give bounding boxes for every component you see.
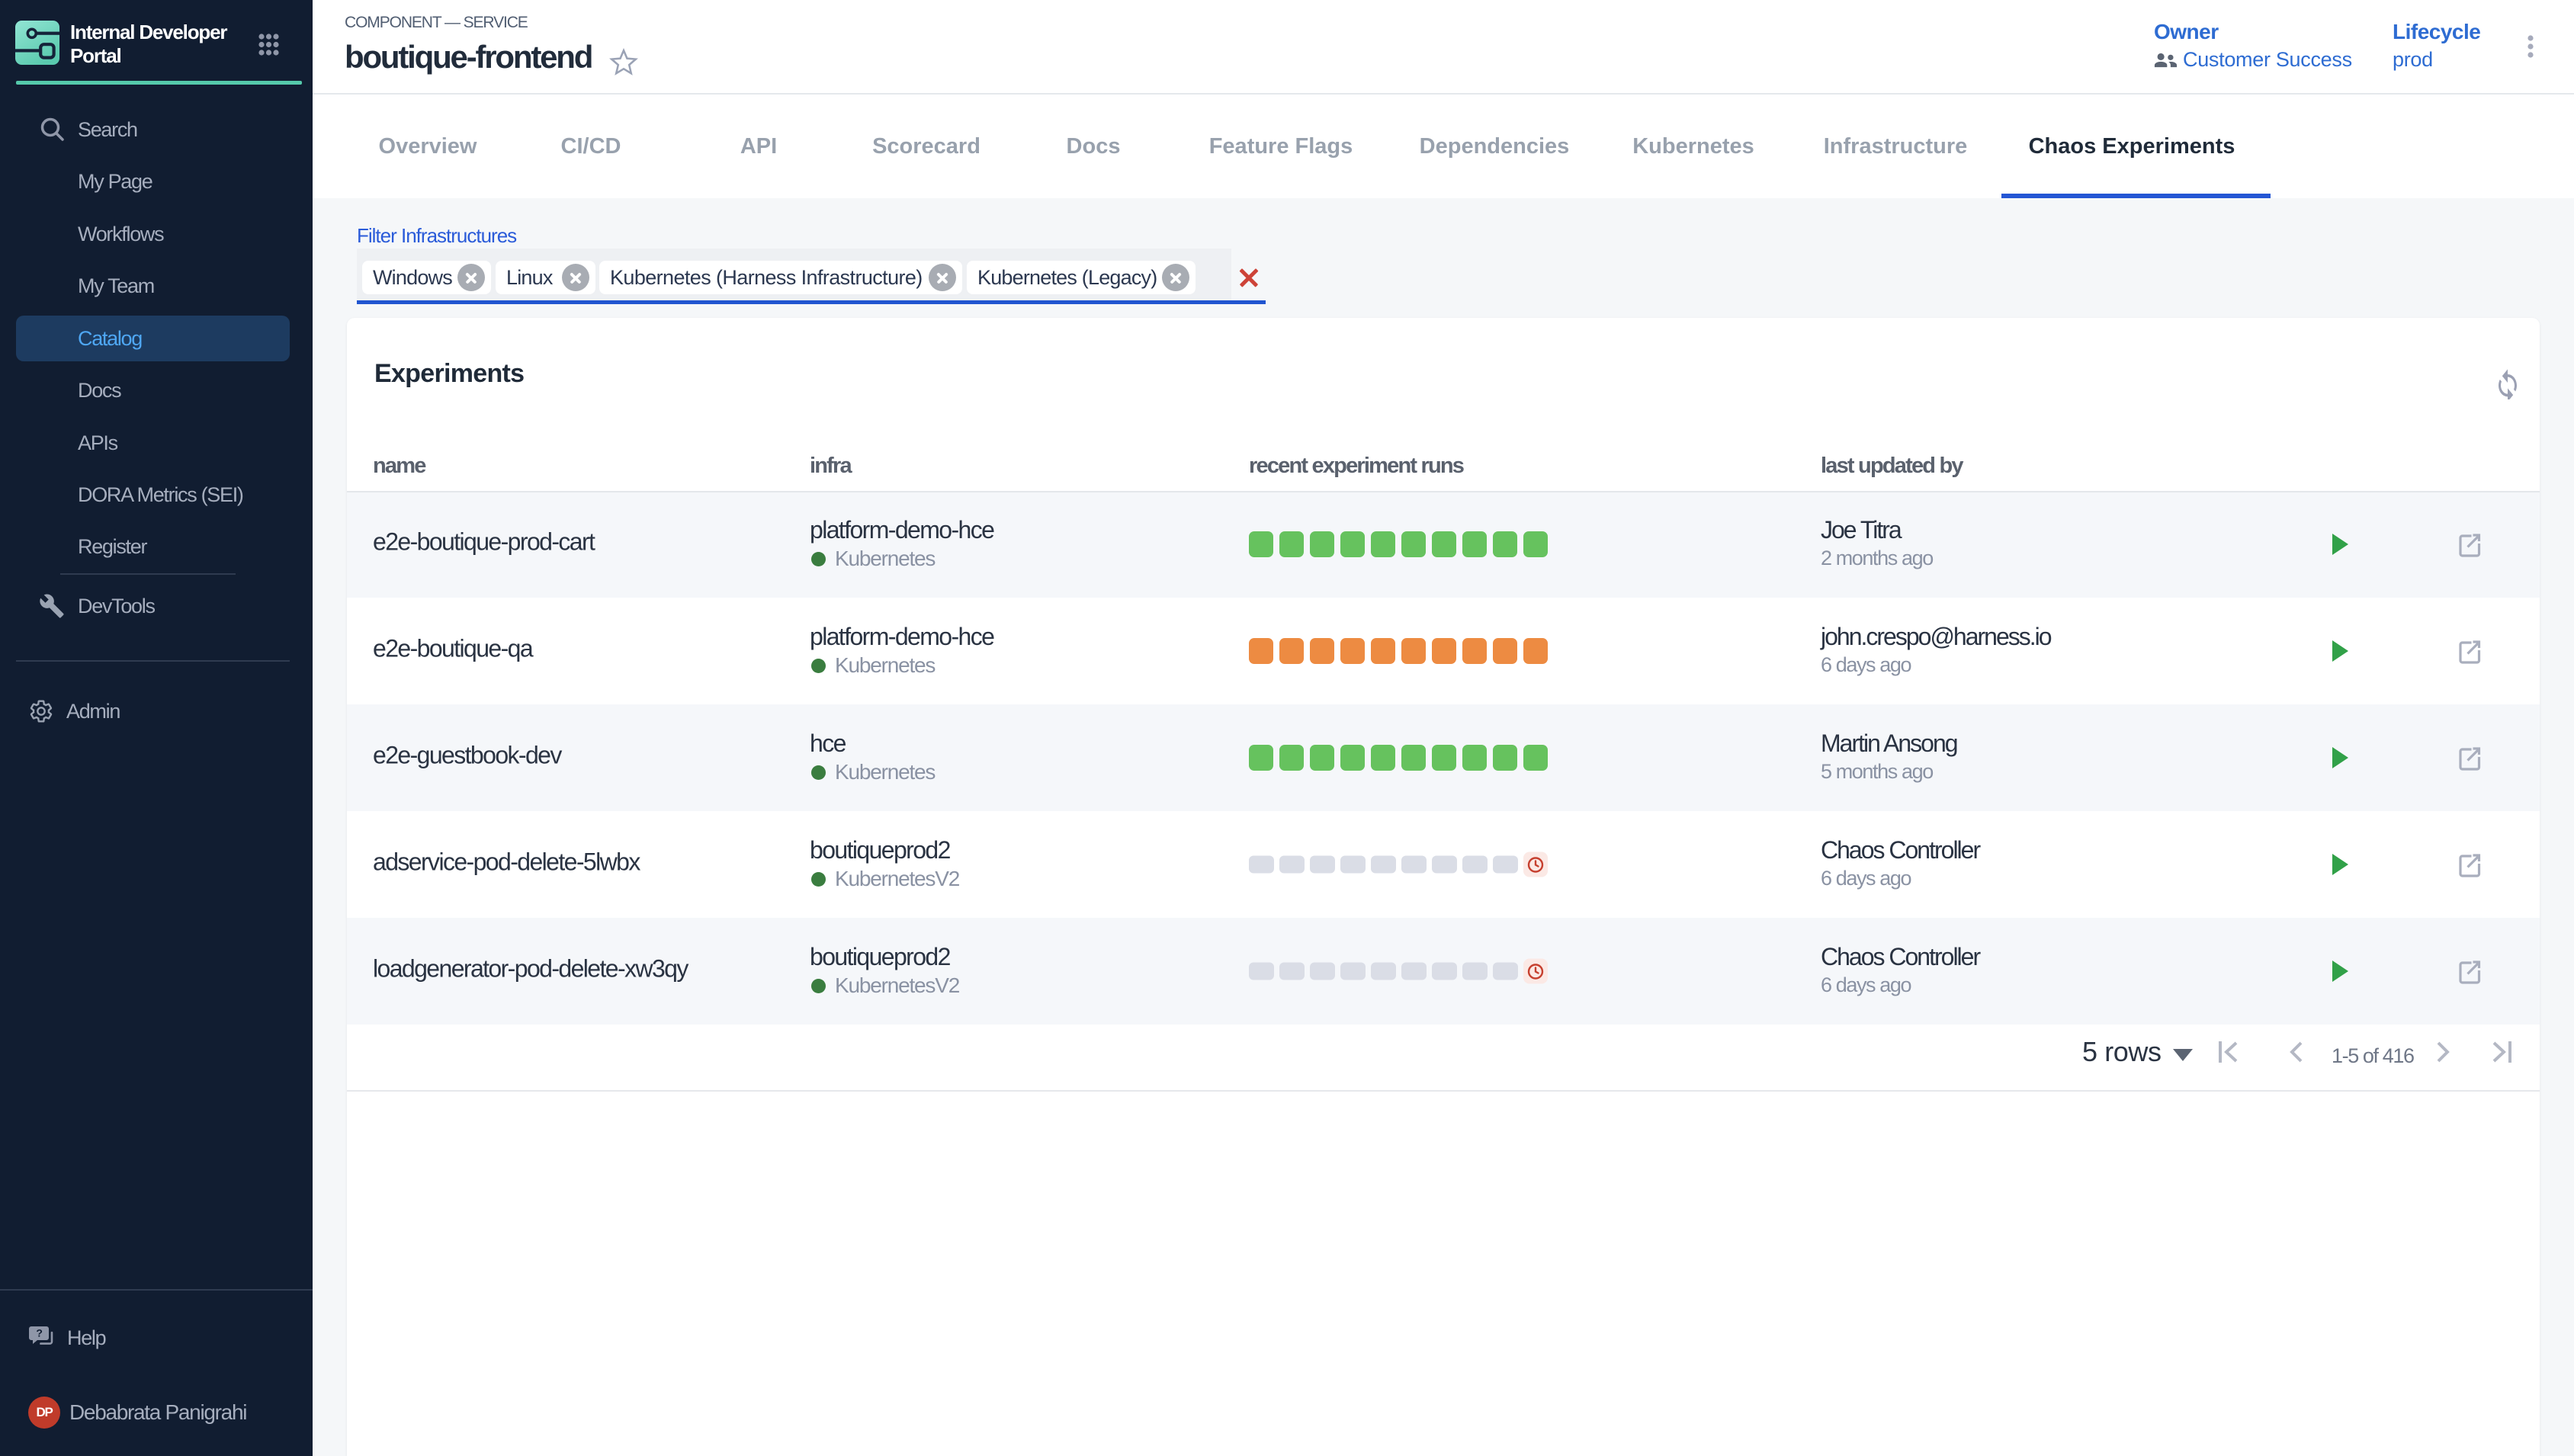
svg-text:?: ? bbox=[36, 1327, 42, 1339]
